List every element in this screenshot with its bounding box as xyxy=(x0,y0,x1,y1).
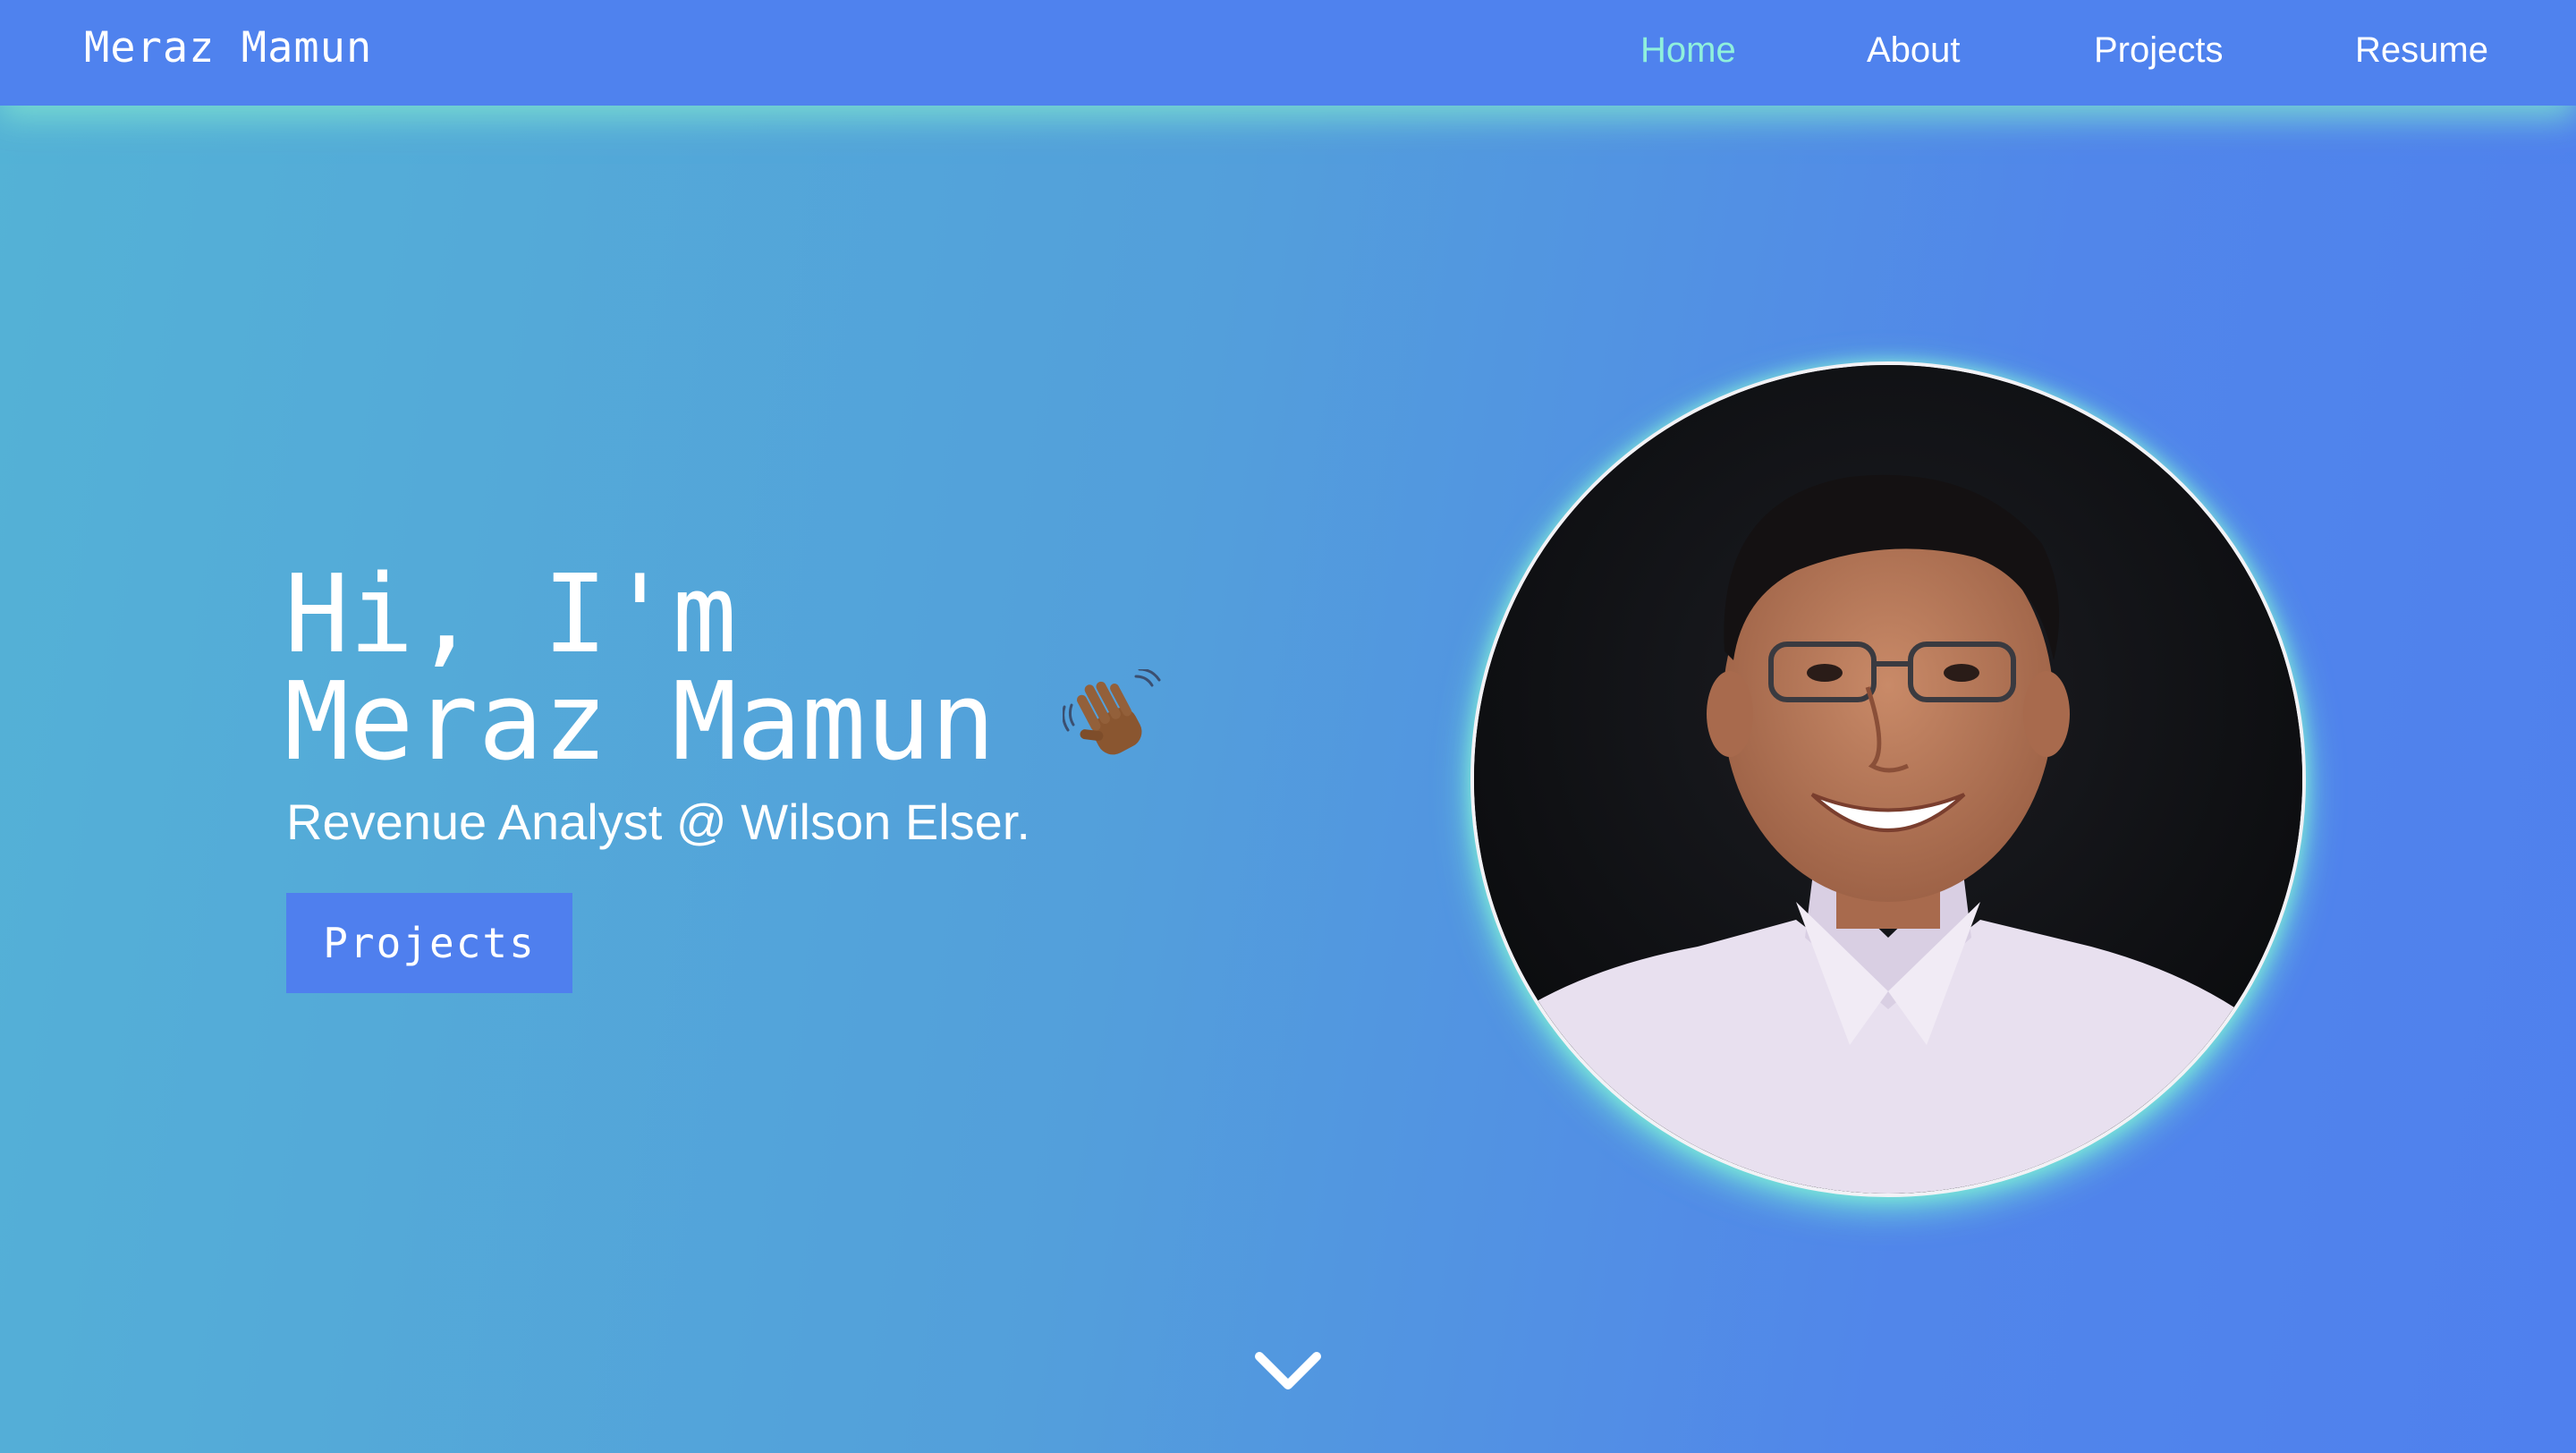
hero-name: Meraz Mamun xyxy=(284,660,996,785)
chevron-down-icon[interactable] xyxy=(1254,1349,1322,1396)
projects-button[interactable]: Projects xyxy=(286,893,572,993)
navbar: Meraz Mamun Home About Projects Resume xyxy=(0,0,2576,106)
nav-link-projects[interactable]: Projects xyxy=(2094,30,2224,71)
brand-logo[interactable]: Meraz Mamun xyxy=(84,23,372,72)
waving-hand-icon xyxy=(1062,667,1161,768)
greeting-text: Hi, I'm xyxy=(284,553,737,677)
hero-heading: Hi, I'm Meraz Mamun xyxy=(284,553,1161,777)
hero-name-line: Meraz Mamun xyxy=(284,667,1161,777)
nav-link-resume[interactable]: Resume xyxy=(2355,30,2488,71)
hero-tagline: Revenue Analyst @ Wilson Elser. xyxy=(286,794,1030,850)
nav-link-about[interactable]: About xyxy=(1867,30,1961,71)
nav-link-home[interactable]: Home xyxy=(1640,30,1736,71)
profile-photo xyxy=(1470,361,2306,1197)
